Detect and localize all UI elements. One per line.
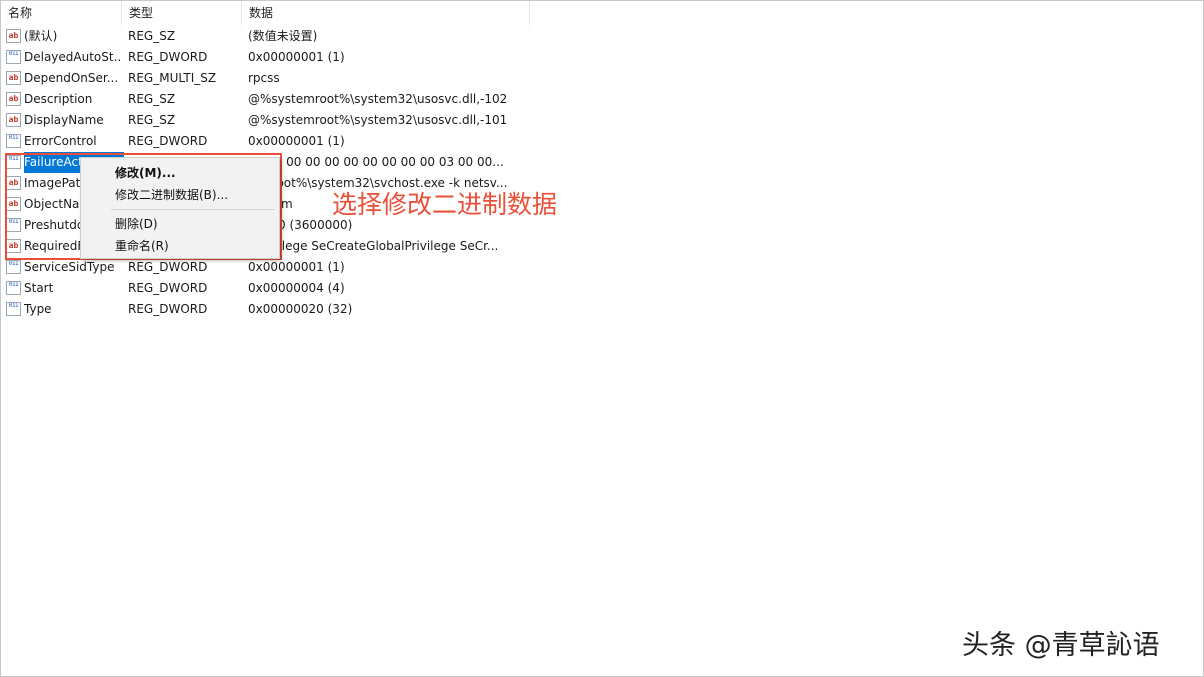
string-value-icon: ab <box>6 92 21 106</box>
menu-item-delete[interactable]: 删除(D) <box>115 214 158 234</box>
row-data: 0x00000004 (4) <box>248 281 345 295</box>
row-data: @%systemroot%\system32\usosvc.dll,-101 <box>248 113 508 127</box>
table-row[interactable]: 011 Start REG_DWORD 0x00000004 (4) <box>1 278 541 299</box>
row-type: REG_SZ <box>128 29 176 43</box>
row-type: REG_DWORD <box>128 302 208 316</box>
row-type: REG_DWORD <box>128 281 208 295</box>
row-name: Description <box>24 92 93 106</box>
table-row[interactable]: ab Description REG_SZ @%systemroot%\system3… <box>1 89 541 110</box>
string-value-icon: ab <box>6 113 21 127</box>
row-name: (默认) <box>24 29 58 43</box>
row-data: 01 00 00 00 00 00 00 00 00 00 03 00 00..… <box>248 155 504 169</box>
row-type: REG_DWORD <box>128 134 208 148</box>
column-header-name[interactable]: 名称 <box>1 1 122 25</box>
binary-value-icon: 011 <box>6 50 21 64</box>
row-name: DelayedAutoSt... <box>24 50 120 64</box>
row-data: rpcss <box>248 71 280 85</box>
table-row[interactable]: ab (默认) REG_SZ (数值未设置) <box>1 26 541 47</box>
row-type: REG_SZ <box>128 113 176 127</box>
table-row[interactable]: 011 ErrorControl REG_DWORD 0x00000001 (1) <box>1 131 541 152</box>
row-type: REG_DWORD <box>128 260 208 274</box>
string-value-icon: ab <box>6 29 21 43</box>
row-data: @%systemroot%\system32\usosvc.dll,-102 <box>248 92 508 106</box>
watermark-text: 头条 @青草訫语 <box>962 630 1160 661</box>
annotation-text: 选择修改二进制数据 <box>332 190 558 219</box>
row-name: ErrorControl <box>24 134 97 148</box>
row-type: REG_MULTI_SZ <box>128 71 217 85</box>
row-name: Type <box>24 302 52 316</box>
row-data: 0x00000020 (32) <box>248 302 353 316</box>
row-data: 0x00000001 (1) <box>248 260 345 274</box>
row-data: 0x00000001 (1) <box>248 50 345 64</box>
column-header-bar: 名称 类型 数据 <box>1 1 531 25</box>
column-header-type[interactable]: 类型 <box>122 1 242 25</box>
binary-value-icon: 011 <box>6 281 21 295</box>
menu-item-modify-binary[interactable]: 修改二进制数据(B)... <box>115 185 228 205</box>
row-data: (数值未设置) <box>248 29 318 43</box>
table-row[interactable]: 011 Type REG_DWORD 0x00000020 (32) <box>1 299 541 320</box>
menu-item-rename[interactable]: 重命名(R) <box>115 236 169 256</box>
column-header-data[interactable]: 数据 <box>242 1 530 25</box>
row-name: Start <box>24 281 54 295</box>
row-name: DisplayName <box>24 113 104 127</box>
string-value-icon: ab <box>6 71 21 85</box>
binary-value-icon: 011 <box>6 260 21 274</box>
menu-item-modify[interactable]: 修改(M)... <box>115 163 176 183</box>
binary-value-icon: 011 <box>6 302 21 316</box>
row-data: itPrivilege SeCreateGlobalPrivilege SeCr… <box>248 239 499 253</box>
table-row[interactable]: ab DependOnSer... REG_MULTI_SZ rpcss <box>1 68 541 89</box>
binary-value-icon: 011 <box>6 134 21 148</box>
row-name: DependOnSer... <box>24 71 119 85</box>
row-type: REG_DWORD <box>128 50 208 64</box>
table-row[interactable]: 011 ServiceSidType REG_DWORD 0x00000001 (1) <box>1 257 541 278</box>
row-name: ServiceSidType <box>24 260 115 274</box>
table-row[interactable]: 011 DelayedAutoSt... REG_DWORD 0x00000001 (… <box>1 47 541 68</box>
table-row[interactable]: ab DisplayName REG_SZ @%systemroot%\system3… <box>1 110 541 131</box>
row-type: REG_SZ <box>128 92 176 106</box>
row-data: 0x00000001 (1) <box>248 134 345 148</box>
menu-separator <box>111 209 275 210</box>
context-menu: 修改(M)... 修改二进制数据(B)... 删除(D) 重命名(R) <box>80 157 280 259</box>
